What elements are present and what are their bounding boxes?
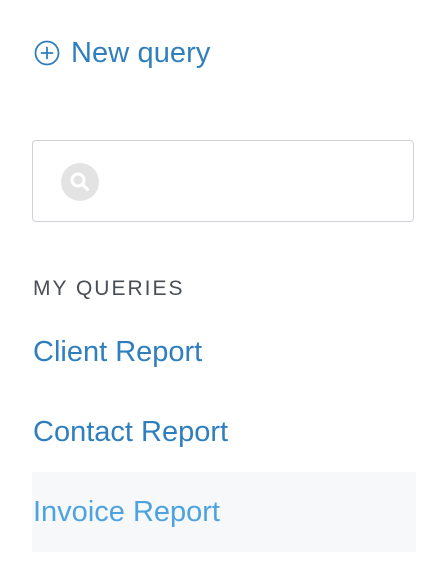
query-item-client-report[interactable]: Client Report [32,312,416,392]
query-item-label: Client Report [33,335,203,368]
query-item-label: Invoice Report [33,495,220,528]
search-input[interactable] [113,141,407,222]
query-item-invoice-report[interactable]: Invoice Report [32,472,416,552]
query-list: Client Report Contact Report Invoice Rep… [32,312,416,552]
my-queries-heading: MY QUERIES [33,277,185,300]
query-item-contact-report[interactable]: Contact Report [32,392,416,472]
plus-circle-icon [34,40,60,66]
query-item-label: Contact Report [33,415,229,448]
new-query-button[interactable]: New query [34,34,211,72]
search-box[interactable] [32,140,414,222]
search-icon [61,163,99,201]
new-query-label: New query [71,37,211,69]
